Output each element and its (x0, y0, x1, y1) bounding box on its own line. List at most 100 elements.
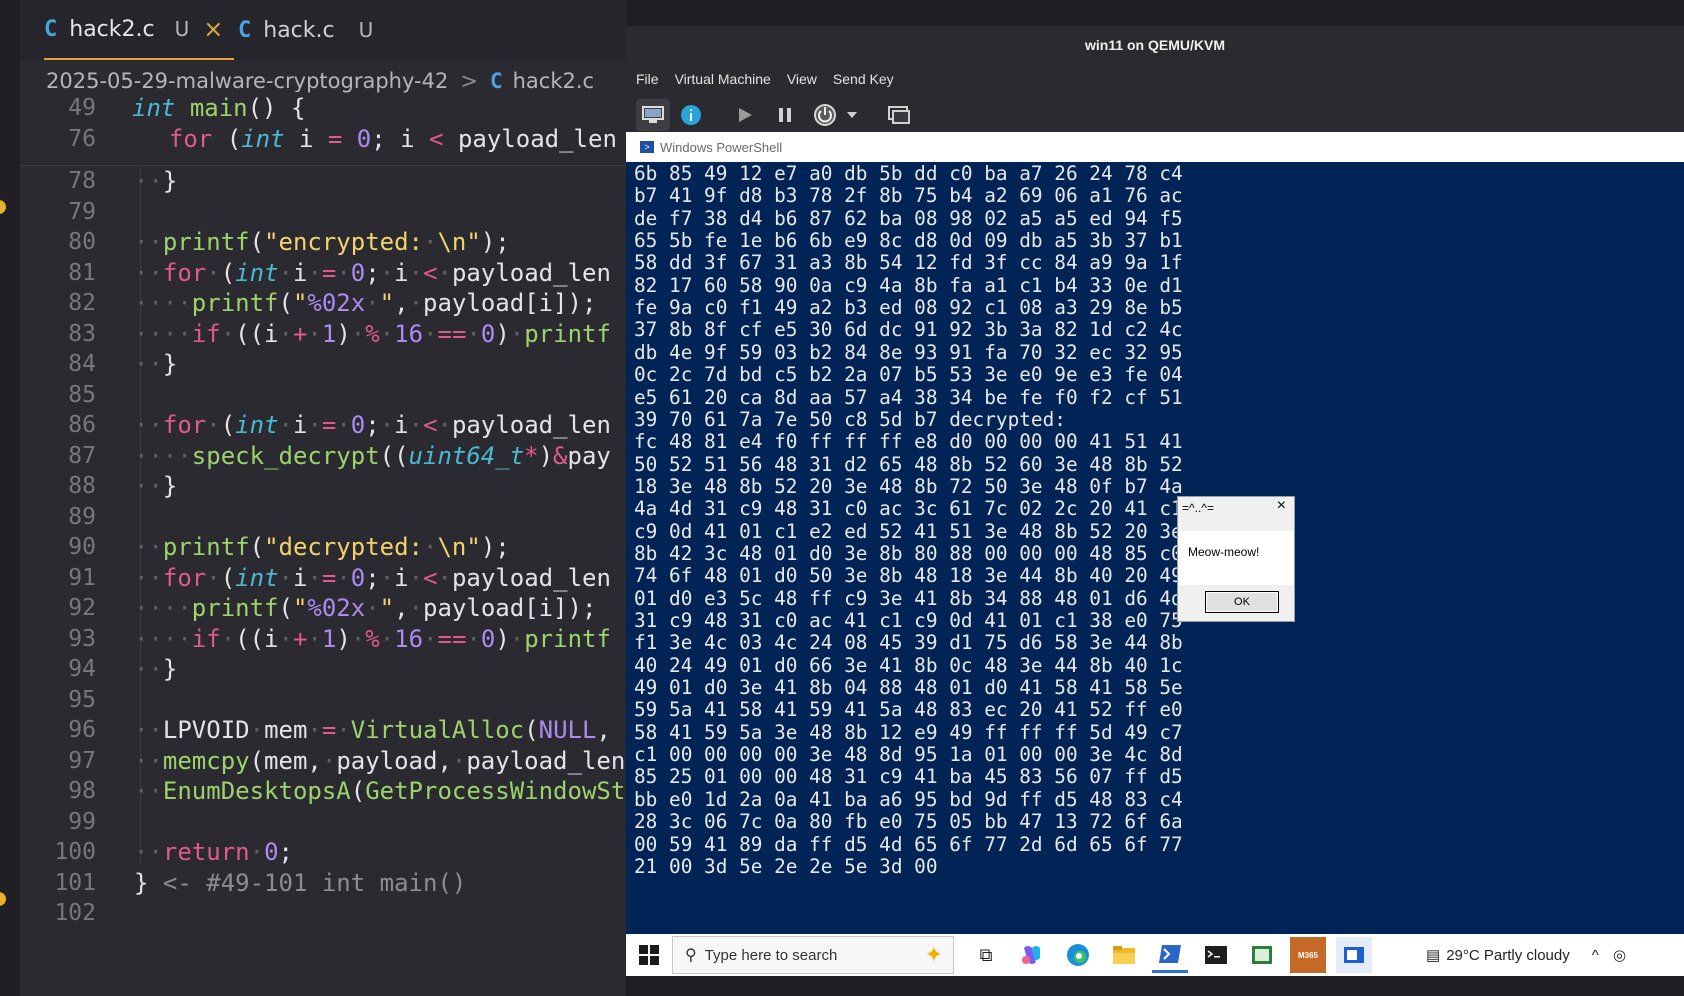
console-line: fc 48 81 e4 f0 ff ff ff e8 d0 00 00 00 4… (634, 430, 1183, 454)
console-line: 00 59 41 89 da ff d5 4d 65 6f 77 2d 6d 6… (634, 832, 1183, 856)
console-line: 49 01 d0 3e 41 8b 04 88 48 01 d0 41 58 4… (634, 676, 1183, 700)
console-line: 85 25 01 00 00 48 31 c9 41 ba 45 83 56 0… (634, 765, 1183, 789)
chevron-right-icon: > (460, 69, 478, 93)
message-box-body: Meow-meow! (1178, 531, 1294, 585)
console-line: 28 3c 06 7c 0a 80 fb e0 75 05 bb 47 13 7… (634, 810, 1183, 834)
play-icon[interactable] (728, 99, 762, 131)
line-number: 91 (68, 565, 96, 591)
line-number: 100 (54, 839, 96, 865)
info-icon[interactable] (674, 99, 708, 131)
console-line: 37 8b 8f cf e5 30 6d dc 91 92 3b 3a 82 1… (634, 318, 1183, 342)
tab-hack-c[interactable]: C hack.c U (238, 0, 388, 60)
code-line: } <- #49-101 int main() (134, 869, 467, 897)
console-line: c1 00 00 00 00 3e 48 8d 95 1a 01 00 00 3… (634, 743, 1183, 767)
terminal-icon[interactable] (1198, 937, 1234, 973)
vm-title: win11 on QEMU/KVM (626, 26, 1684, 64)
console-line: 65 5b fe 1e b6 6b e9 8c d8 0d 09 db a5 3… (634, 229, 1183, 253)
code-line: ····printf("%02x·",·payload[i]); (134, 289, 597, 317)
c-file-icon: C (44, 16, 58, 42)
tab-hack2-c[interactable]: C hack2.c U × (44, 0, 234, 60)
line-number: 98 (68, 778, 96, 804)
console-line: 50 52 51 56 48 31 d2 65 48 8b 52 60 3e 4… (634, 452, 1183, 476)
pause-icon[interactable] (768, 99, 802, 131)
dropdown-icon[interactable] (842, 99, 862, 131)
vm-app-icon[interactable] (1336, 937, 1372, 973)
m365-label: M365 (1297, 950, 1318, 960)
chevron-up-icon[interactable]: ^ (1592, 947, 1599, 964)
menu-virtual-machine[interactable]: Virtual Machine (675, 71, 771, 87)
console-line: fe 9a c0 f1 49 a2 b3 ed 08 92 c1 08 a3 2… (634, 296, 1183, 320)
breadcrumb-folder[interactable]: 2025-05-29-malware-cryptography-42 (46, 69, 448, 93)
vm-menubar: File Virtual Machine View Send Key (626, 64, 1684, 94)
code-line: ··memcpy(mem,·payload,·payload_len (134, 747, 626, 775)
powershell-console[interactable]: 6b 85 49 12 e7 a0 db 5b dd c0 ba a7 26 2… (626, 162, 1684, 934)
m365-icon[interactable]: M365 (1290, 937, 1326, 973)
console-line: 58 dd 3f 67 31 a3 8b 54 12 fd 3f cc 84 a… (634, 251, 1183, 275)
taskbar-search[interactable]: ⚲ Type here to search ✦ (672, 936, 954, 974)
ok-button[interactable]: OK (1205, 591, 1279, 613)
close-icon[interactable]: × (1277, 497, 1286, 515)
menu-view[interactable]: View (787, 71, 817, 87)
menu-file[interactable]: File (636, 71, 659, 87)
monitor-icon[interactable] (636, 99, 670, 131)
news-icon: ▤ (1426, 947, 1441, 964)
search-icon: ⚲ (685, 947, 697, 964)
line-number: 82 (68, 290, 96, 316)
sticky-scroll-line: int main() { (132, 92, 306, 124)
file-explorer-icon[interactable] (1106, 937, 1142, 973)
sparkle-icon: ✦ (924, 942, 943, 967)
line-number: 96 (68, 717, 96, 743)
guest-display[interactable]: > Windows PowerShell 6b 85 49 12 e7 a0 d… (626, 132, 1684, 976)
code-line: ··} (134, 472, 178, 500)
editor-tab-bar: C hack2.c U × C hack.c U (20, 0, 626, 60)
close-tab-icon[interactable]: × (203, 15, 223, 43)
power-icon[interactable] (808, 99, 842, 131)
weather-widget[interactable]: ▤ 29°C Partly cloudy (1426, 946, 1570, 965)
console-line: de f7 38 d4 b6 87 62 ba 08 98 02 a5 a5 e… (634, 206, 1183, 230)
line-number: 93 (68, 626, 96, 652)
console-line: 31 c9 48 31 c0 ac 41 c1 c9 0d 41 01 c1 3… (634, 609, 1183, 632)
line-number: 87 (68, 443, 96, 469)
code-line: ····if·((i·+·1)·%·16·==·0)·printf (134, 625, 611, 653)
weather-text: 29°C Partly cloudy (1446, 946, 1570, 964)
menu-send-key[interactable]: Send Key (833, 71, 894, 87)
breadcrumb-file[interactable]: hack2.c (513, 69, 594, 93)
line-number: 84 (68, 351, 96, 377)
code-line: ··for·(int·i·=·0;·i·<·payload_len (134, 564, 611, 592)
code-line: ··for·(int·i·=·0;·i·<·payload_len (134, 259, 611, 287)
windows-taskbar: ⚲ Type here to search ✦ ⧉ M365 ▤ 29°C Pa… (626, 934, 1684, 976)
tab-label: hack2.c (69, 16, 155, 42)
code-editor: C hack2.c U × C hack.c U 2025-05-29-malw… (0, 0, 626, 996)
task-view-icon[interactable]: ⧉ (968, 937, 1004, 973)
sticky-scroll-line: for (int i = 0; i < payload_len (140, 123, 617, 155)
code-line: ··EnumDesktopsA(GetProcessWindowSt (134, 777, 626, 805)
line-number: 101 (54, 870, 96, 896)
code-line: ····printf("%02x·",·payload[i]); (134, 594, 597, 622)
console-line: 8b 42 3c 48 01 d0 3e 8b 80 88 00 00 00 4… (634, 541, 1183, 565)
console-line: 21 00 3d 5e 2e 2e 5e 3d 00 (634, 854, 938, 878)
powershell-taskbar-icon[interactable] (1152, 937, 1188, 973)
breadcrumb: 2025-05-29-malware-cryptography-42 > C h… (46, 64, 594, 98)
windows-start-icon[interactable] (634, 940, 664, 970)
line-number: 81 (68, 260, 96, 286)
line-number: 94 (68, 656, 96, 682)
network-icon[interactable]: ◎ (1613, 947, 1626, 964)
edge-icon[interactable] (1060, 937, 1096, 973)
code-line: ··} (134, 167, 178, 195)
powershell-titlebar: > Windows PowerShell (626, 132, 1684, 162)
c-file-icon: C (238, 17, 252, 43)
powershell-title: Windows PowerShell (660, 139, 783, 155)
line-number: 102 (54, 900, 96, 926)
code-line: ··} (134, 655, 178, 683)
code-line: ····speck_decrypt((uint64_t*)&pay (134, 442, 611, 470)
code-line: ····if·((i·+·1)·%·16·==·0)·printf (134, 320, 611, 348)
copilot-icon[interactable] (1014, 937, 1050, 973)
system-tray[interactable]: ^ ◎ (1592, 946, 1626, 964)
console-line: bb e0 1d 2a 0a 41 ba a6 95 bd 9d ff d5 4… (634, 787, 1183, 811)
app-icon[interactable] (1244, 937, 1280, 973)
console-line: 82 17 60 58 90 0a c9 4a 8b fa a1 c1 b4 3… (634, 273, 1183, 297)
line-number: 97 (68, 748, 96, 774)
tab-label: hack.c (263, 17, 335, 43)
line-number: 92 (68, 595, 96, 621)
screens-icon[interactable] (882, 99, 916, 131)
